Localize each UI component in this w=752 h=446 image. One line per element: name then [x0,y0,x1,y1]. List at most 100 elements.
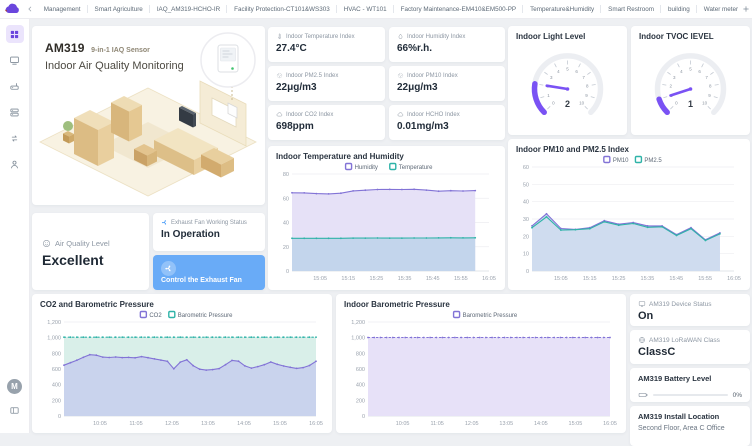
tab-management[interactable]: Management [37,0,88,18]
add-dashboard-button[interactable] [739,2,752,16]
svg-text:10:05: 10:05 [396,421,410,427]
tab-facility-protection-ct101-ws303[interactable]: Facility Protection-CT101&WS303 [227,0,337,18]
svg-text:6: 6 [575,69,578,74]
svg-text:10: 10 [702,101,708,106]
install-location-value: Second Floor, Area C Office [638,425,742,432]
svg-text:60: 60 [283,196,289,202]
svg-text:15:45: 15:45 [426,276,440,282]
svg-text:CO2: CO2 [149,313,162,319]
svg-text:15:55: 15:55 [698,276,712,282]
svg-text:200: 200 [52,398,61,404]
tvoc-level-gauge-card: Indoor TVOC lEVEL 0123456789101 [631,26,750,135]
tab-iaq-am319-hcho-ir[interactable]: IAQ_AM319-HCHO-IR [150,0,227,18]
tile-indoor-temperature: Indoor Temperature Index 27.4°C [268,27,385,62]
svg-text:15:15: 15:15 [341,276,355,282]
humidity-icon [397,33,404,40]
hero-caption: Indoor Air Quality Monitoring [45,60,184,72]
chevron-left-icon[interactable] [26,4,35,14]
svg-text:15:05: 15:05 [273,421,287,427]
co2-pressure-chart: 02004006008001,0001,20010:0511:0512:0513… [40,309,324,428]
light-level-gauge-card: Indoor Light Level 0123456789102 [508,26,627,135]
tile-label: Indoor CO2 Index [286,112,333,118]
user-icon[interactable] [6,155,24,173]
automation-icon[interactable] [6,129,24,147]
svg-text:2: 2 [565,99,570,109]
battery-level-card: AM319 Battery Level 0% [630,368,750,402]
svg-text:Humidity: Humidity [355,165,378,171]
barometric-chart-card: Indoor Barometric Pressure 0200400600800… [336,294,626,433]
sensor-model-subtitle: 9-in-1 IAQ Sensor [91,47,150,54]
gateway-icon[interactable] [6,77,24,95]
battery-level-label: AM319 Battery Level [638,374,742,383]
chart-title: Indoor PM10 and PM2.5 Index [516,145,742,154]
svg-text:Barometric Pressure: Barometric Pressure [178,313,233,319]
svg-text:5: 5 [689,67,692,72]
sensor-model-title: AM319 [45,41,85,55]
tab-temperature-humidity[interactable]: Temperature&Humidity [523,0,601,18]
svg-text:400: 400 [356,383,365,389]
svg-text:PM2.5: PM2.5 [644,158,662,164]
sidebar-bottom: M [6,379,24,433]
svg-text:1,200: 1,200 [351,320,365,326]
dashboard-icon[interactable] [6,25,24,43]
network-server-icon[interactable] [6,103,24,121]
tab-building[interactable]: building [661,0,697,18]
tab-smart-agriculture[interactable]: Smart Agriculture [88,0,150,18]
svg-text:30: 30 [523,217,529,223]
svg-text:16:05: 16:05 [603,421,617,427]
tab-smart-restroom[interactable]: Smart Restroom [601,0,661,18]
svg-text:15:05: 15:05 [554,276,568,282]
air-quality-value: Excellent [42,252,139,268]
tab-hvac-wt101[interactable]: HVAC - WT101 [337,0,394,18]
pm-particles-icon [397,72,404,79]
svg-text:40: 40 [523,200,529,206]
svg-text:50: 50 [523,182,529,188]
battery-percent: 0% [733,392,742,399]
barometric-chart: 02004006008001,0001,20010:0511:0512:0513… [344,309,618,428]
svg-text:400: 400 [52,383,61,389]
battery-icon [638,390,648,400]
cloud-logo[interactable] [0,3,26,15]
svg-text:0: 0 [58,414,61,420]
tile-label: Indoor Temperature Index [286,34,355,40]
svg-text:Barometric Pressure: Barometric Pressure [463,313,518,319]
chart-title: Indoor Barometric Pressure [344,300,618,309]
svg-text:13:05: 13:05 [201,421,215,427]
fan-status-card: Exhaust Fan Working Status In Operation [153,213,265,251]
svg-text:20: 20 [523,234,529,240]
svg-text:0: 0 [526,269,529,275]
svg-text:80: 80 [283,172,289,178]
svg-text:60: 60 [523,165,529,171]
install-location-label: AM319 Install Location [638,412,742,421]
user-avatar[interactable]: M [7,379,22,394]
svg-text:16:05: 16:05 [482,276,496,282]
svg-text:0: 0 [286,269,289,275]
tab-water-meter[interactable]: Water meter [697,0,739,18]
svg-text:7: 7 [705,75,708,80]
svg-text:10:05: 10:05 [93,421,107,427]
svg-text:15:05: 15:05 [569,421,583,427]
svg-text:3: 3 [550,75,553,80]
fan-button-label: Control the Exhaust Fan [161,277,257,284]
svg-text:600: 600 [356,367,365,373]
tile-label: Indoor PM10 Index [407,73,458,79]
tab-factory-maintenance-em410-em500-pp[interactable]: Factory Maintenance-EM410&EM500-PP [394,0,524,18]
svg-text:0: 0 [552,101,555,106]
svg-text:PM10: PM10 [613,158,629,164]
svg-text:4: 4 [557,69,560,74]
left-sidebar: M [0,18,30,433]
devices-icon[interactable] [6,51,24,69]
lorawan-class-value: ClassC [638,346,742,358]
svg-text:9: 9 [585,93,588,98]
svg-text:200: 200 [356,398,365,404]
device-status-value: On [638,310,742,322]
svg-text:3: 3 [673,75,676,80]
air-quality-card: Air Quality Level Excellent [32,213,149,290]
control-exhaust-fan-button[interactable]: Control the Exhaust Fan [153,255,265,290]
panel-toggle-icon[interactable] [6,401,24,419]
iaq-hero-card: AM319 9-in-1 IAQ Sensor Indoor Air Quali… [32,26,265,205]
svg-text:14:05: 14:05 [237,421,251,427]
air-quality-label: Air Quality Level [55,239,110,248]
lorawan-class-label: AM319 LoRaWAN Class [649,337,720,344]
pm-particles-icon [276,72,283,79]
